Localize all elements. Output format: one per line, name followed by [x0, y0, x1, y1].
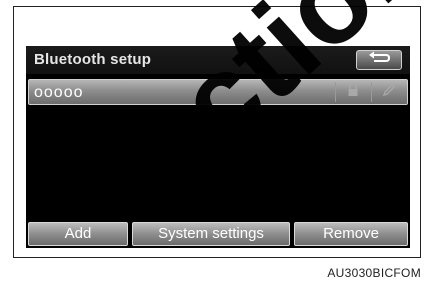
return-arrow-icon [366, 51, 392, 70]
bluetooth-setup-screen: Bluetooth setup ooooo Add System setting… [26, 46, 410, 248]
add-button[interactable]: Add [28, 222, 128, 246]
lock-button[interactable] [335, 82, 370, 102]
title-bar: Bluetooth setup [26, 46, 410, 74]
bottom-button-bar: Add System settings Remove [26, 222, 410, 248]
system-settings-button[interactable]: System settings [132, 222, 290, 246]
device-name: ooooo [34, 84, 84, 101]
figure: Bluetooth setup ooooo Add System setting… [0, 0, 429, 288]
paired-device-row[interactable]: ooooo [28, 79, 408, 105]
figure-code: AU3030BICFOM [327, 266, 421, 280]
pencil-icon [382, 83, 396, 102]
back-button[interactable] [356, 50, 402, 70]
remove-button[interactable]: Remove [294, 222, 408, 246]
screen-title: Bluetooth setup [34, 51, 152, 68]
edit-button[interactable] [371, 82, 406, 102]
lock-icon [347, 82, 359, 102]
